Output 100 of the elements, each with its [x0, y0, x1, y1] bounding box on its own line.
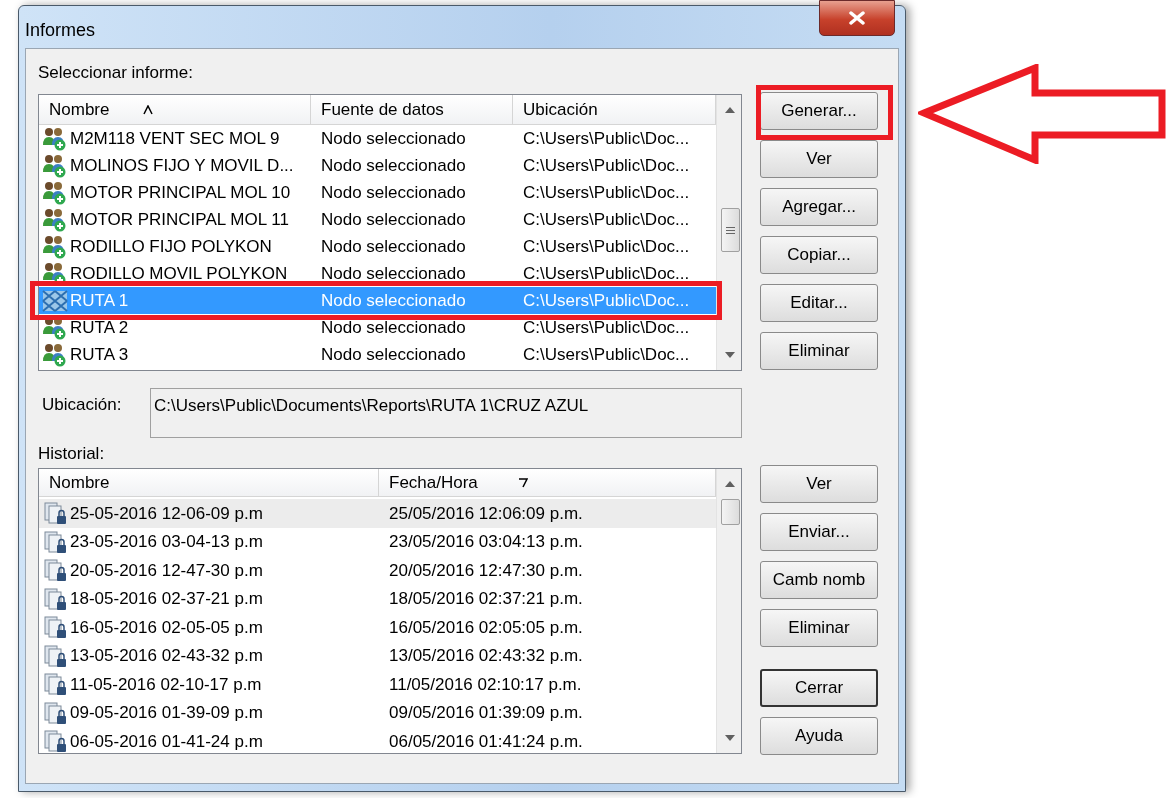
grip-icon: [726, 226, 735, 234]
section-label: Seleccionar informe:: [38, 63, 194, 84]
report-source: Nodo seleccionado: [320, 316, 467, 339]
scroll-up-icon[interactable]: [725, 481, 735, 487]
history-datetime: 13/05/2016 02:43:32 p.m.: [388, 645, 583, 667]
report-location: C:\Users\Public\Doc...: [522, 262, 690, 285]
report-row[interactable]: RUTA 2 Nodo seleccionado C:\Users\Public\Doc...: [39, 314, 716, 341]
column-header[interactable]: Ubicación: [513, 95, 716, 124]
history-row[interactable]: 18-05-2016 02-37-21 p.m 18/05/2016 02:37:21 p.m.: [39, 584, 716, 613]
report-source: Nodo seleccionado: [320, 262, 467, 285]
report-row[interactable]: RODILLO FIJO POLYKON Nodo seleccionado C:\Users\Public\Doc...: [39, 233, 716, 260]
report-name: RODILLO FIJO POLYKON: [70, 235, 272, 258]
report-row[interactable]: MOTOR PRINCIPAL MOL 11 Nodo seleccionado C:\Users\Public\Doc...: [39, 206, 716, 233]
report-source: Nodo seleccionado: [320, 154, 467, 177]
column-header[interactable]: Nombre: [39, 469, 379, 496]
report-source: Nodo seleccionado: [320, 127, 467, 150]
locked-document-icon: [42, 672, 68, 697]
history-row[interactable]: 11-05-2016 02-10-17 p.m 11/05/2016 02:10:17 p.m.: [39, 670, 716, 699]
dialog-button[interactable]: Camb nomb: [760, 561, 878, 599]
dialog-button[interactable]: Cerrar: [760, 669, 878, 707]
history-row[interactable]: 23-05-2016 03-04-13 p.m 23/05/2016 03:04:13 p.m.: [39, 527, 716, 556]
scroll-thumb[interactable]: [721, 499, 740, 525]
report-name: MOTOR PRINCIPAL MOL 11: [70, 208, 289, 231]
report-location: C:\Users\Public\Doc...: [522, 235, 690, 258]
dialog-button[interactable]: Ver: [760, 465, 878, 503]
dialog-button[interactable]: Ayuda: [760, 717, 878, 755]
people-icon: [42, 342, 68, 367]
history-row[interactable]: 06-05-2016 01-41-24 p.m 06/05/2016 01:41:24 p.m.: [39, 727, 716, 753]
dialog-button[interactable]: Editar...: [760, 284, 878, 322]
dialog-button[interactable]: Generar...: [760, 92, 878, 130]
report-location: C:\Users\Public\Doc...: [522, 343, 690, 366]
scroll-up-icon[interactable]: [725, 107, 735, 113]
history-name: 25-05-2016 12-06-09 p.m: [70, 502, 263, 525]
dialog-button[interactable]: Copiar...: [760, 236, 878, 274]
people-icon: [42, 153, 68, 178]
people-icon: [42, 126, 68, 151]
locked-document-icon: [42, 501, 68, 526]
locked-document-icon: [42, 586, 68, 611]
locked-document-icon: [42, 615, 68, 640]
history-datetime: 16/05/2016 02:05:05 p.m.: [388, 616, 583, 639]
section-label: Historial:: [38, 444, 106, 465]
report-name: RODILLO MOVIL POLYKON: [70, 262, 288, 285]
report-location: C:\Users\Public\Doc...: [522, 181, 690, 204]
report-source: Nodo seleccionado: [320, 235, 467, 258]
locked-document-icon: [42, 558, 68, 583]
dialog-button[interactable]: Eliminar: [760, 332, 878, 370]
column-header[interactable]: Fuente de datos: [311, 95, 513, 124]
dialog-button[interactable]: Eliminar: [760, 609, 878, 647]
history-row[interactable]: 20-05-2016 12-47-30 p.m 20/05/2016 12:47:30 p.m.: [39, 556, 716, 585]
report-name: RUTA 2: [70, 316, 129, 339]
scrollbar[interactable]: [716, 469, 741, 753]
people-icon: [42, 234, 68, 259]
report-location: C:\Users\Public\Doc...: [522, 154, 690, 177]
location-field: C:\Users\Public\Documents\Reports\RUTA 1\CRUZ AZUL: [150, 388, 742, 438]
scroll-down-icon[interactable]: [725, 735, 735, 741]
people-icon: [42, 180, 68, 205]
window-title: Informes: [25, 19, 96, 42]
report-source: Nodo seleccionado: [320, 181, 467, 204]
history-row[interactable]: 25-05-2016 12-06-09 p.m 25/05/2016 12:06:09 p.m.: [39, 499, 716, 528]
report-location: C:\Users\Public\Doc...: [522, 127, 690, 150]
report-name: MOTOR PRINCIPAL MOL 10: [70, 181, 291, 204]
history-name: 13-05-2016 02-43-32 p.m: [70, 645, 263, 667]
field-label: Ubicación:: [41, 394, 123, 416]
grid-icon: [42, 288, 68, 313]
history-name: 18-05-2016 02-37-21 p.m: [70, 588, 263, 610]
history-datetime: 06/05/2016 01:41:24 p.m.: [388, 730, 583, 753]
history-row[interactable]: 13-05-2016 02-43-32 p.m 13/05/2016 02:43:32 p.m.: [39, 641, 716, 670]
report-location: C:\Users\Public\Doc...: [522, 208, 690, 231]
history-datetime: 11/05/2016 02:10:17 p.m.: [388, 673, 582, 696]
report-row[interactable]: RODILLO MOVIL POLYKON Nodo seleccionado C:\Users\Public\Doc...: [39, 260, 716, 287]
scrollbar[interactable]: [716, 95, 741, 370]
scroll-thumb[interactable]: [721, 208, 740, 252]
report-row[interactable]: RUTA 3 Nodo seleccionado C:\Users\Public\Doc...: [39, 341, 716, 368]
history-datetime: 18/05/2016 02:37:21 p.m.: [388, 588, 583, 610]
scroll-down-icon[interactable]: [725, 352, 735, 358]
history-datetime: 25/05/2016 12:06:09 p.m.: [388, 502, 583, 525]
close-button[interactable]: [819, 0, 895, 36]
report-name: M2M118 VENT SEC MOL 9: [70, 127, 280, 150]
history-name: 16-05-2016 02-05-05 p.m: [70, 616, 263, 639]
report-row[interactable]: MOLINOS FIJO Y MOVIL D... Nodo seleccionado C:\Users\Public\Doc...: [39, 152, 716, 179]
history-name: 11-05-2016 02-10-17 p.m: [70, 673, 262, 696]
report-row[interactable]: M2M118 VENT SEC MOL 9 Nodo seleccionado C:\Users\Public\Doc...: [39, 125, 716, 152]
dialog-button[interactable]: Enviar...: [760, 513, 878, 551]
report-name: MOLINOS FIJO Y MOVIL D...: [70, 154, 294, 177]
locked-document-icon: [42, 700, 68, 725]
history-datetime: 23/05/2016 03:04:13 p.m.: [388, 531, 583, 553]
history-row[interactable]: 09-05-2016 01-39-09 p.m 09/05/2016 01:39:09 p.m.: [39, 698, 716, 727]
report-location: C:\Users\Public\Doc...: [522, 289, 690, 312]
history-name: 20-05-2016 12-47-30 p.m: [70, 559, 263, 582]
history-row[interactable]: 16-05-2016 02-05-05 p.m 16/05/2016 02:05:05 p.m.: [39, 613, 716, 642]
report-row[interactable]: MOTOR PRINCIPAL MOL 10 Nodo seleccionado C:\Users\Public\Doc...: [39, 179, 716, 206]
people-icon: [42, 207, 68, 232]
column-header[interactable]: Fecha/Hora: [379, 469, 716, 496]
column-header[interactable]: Nombre: [39, 95, 311, 124]
dialog-button[interactable]: Ver: [760, 140, 878, 178]
dialog-button[interactable]: Agregar...: [760, 188, 878, 226]
locked-document-icon: [42, 643, 68, 668]
report-source: Nodo seleccionado: [320, 289, 467, 312]
close-icon: [848, 11, 866, 25]
history-name: 06-05-2016 01-41-24 p.m: [70, 730, 263, 753]
